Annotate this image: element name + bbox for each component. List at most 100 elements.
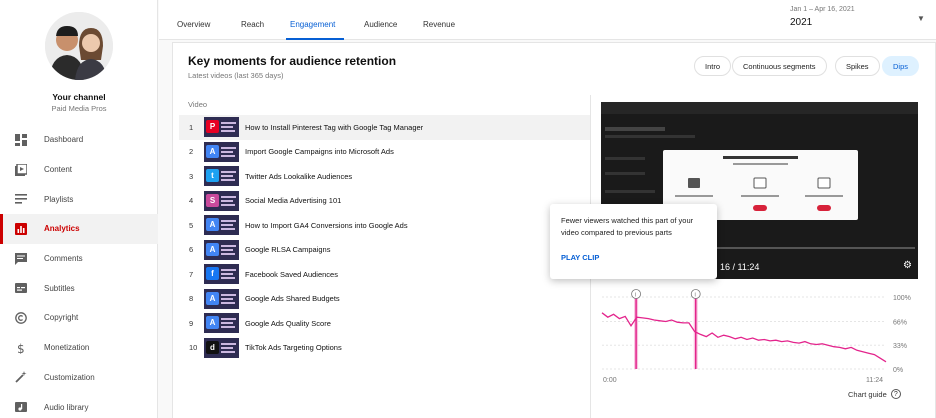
copyright-icon [14, 311, 28, 325]
sidebar-item-label: Copyright [44, 313, 79, 323]
sidebar-item-subtitles[interactable]: Subtitles [0, 273, 158, 303]
tab-reach[interactable]: Reach [241, 20, 264, 29]
sidebar-item-playlists[interactable]: Playlists [0, 184, 158, 214]
video-thumbnail: A [204, 288, 239, 309]
dashboard-icon [14, 133, 28, 147]
row-number: 9 [189, 318, 194, 328]
chart-guide-link[interactable]: Chart guide ? [848, 389, 901, 399]
monetization-icon: $ [14, 341, 28, 355]
help-icon: ? [890, 389, 901, 399]
table-row[interactable]: 6 A Google RLSA Campaigns [179, 238, 590, 263]
video-title: Google RLSA Campaigns [245, 245, 331, 255]
sidebar-item-label: Monetization [44, 343, 90, 353]
channel-handle: Paid Media Pros [51, 104, 107, 113]
sidebar-item-label: Analytics [44, 224, 80, 234]
chart-guide-label: Chart guide [848, 389, 887, 399]
row-number: 1 [189, 122, 194, 132]
channel-avatar[interactable] [45, 12, 113, 80]
chip-dips[interactable]: Dips [882, 56, 920, 76]
table-row[interactable]: 10 d TikTok Ads Targeting Options [179, 336, 590, 361]
tab-revenue[interactable]: Revenue [423, 20, 455, 29]
y-tick-label: 66% [893, 319, 907, 326]
sidebar-item-comments[interactable]: Comments [0, 244, 158, 274]
sidebar-item-dashboard[interactable]: Dashboard [0, 125, 158, 155]
retention-chart[interactable]: 100% 66% 33% 0% i i 0:00 11:24 [596, 285, 926, 387]
video-title: Twitter Ads Lookalike Audiences [245, 171, 353, 181]
sidebar-nav: Dashboard Content Playlists Analytics Co… [0, 125, 158, 418]
chip-intro[interactable]: Intro [694, 56, 732, 76]
sidebar: Your channel Paid Media Pros Dashboard C… [0, 0, 158, 418]
x-end-label: 11:24 [866, 377, 883, 384]
row-number: 10 [189, 343, 198, 353]
tab-audience[interactable]: Audience [364, 20, 397, 29]
chip-spikes[interactable]: Spikes [835, 56, 880, 76]
date-selector-value[interactable]: 2021 [790, 17, 812, 28]
video-title: How to Install Pinterest Tag with Google… [245, 122, 424, 132]
row-number: 4 [189, 196, 194, 206]
video-title: Google Ads Quality Score [245, 318, 331, 328]
gear-icon[interactable]: ⚙ [903, 260, 912, 271]
sidebar-item-monetization[interactable]: $ Monetization [0, 333, 158, 363]
table-row[interactable]: 5 A How to Import GA4 Conversions into Goo… [179, 213, 590, 238]
row-number: 3 [189, 171, 194, 181]
card-title: Key moments for audience retention [188, 54, 397, 68]
sidebar-item-customization[interactable]: Customization [0, 363, 158, 393]
sidebar-item-label: Comments [44, 254, 83, 264]
video-list: 1 P How to Install Pinterest Tag with Goog… [179, 115, 590, 360]
video-column-header: Video [188, 100, 208, 109]
tab-overview[interactable]: Overview [177, 20, 210, 29]
row-number: 5 [189, 220, 194, 230]
sidebar-item-analytics[interactable]: Analytics [0, 214, 158, 244]
sidebar-item-audio-library[interactable]: Audio library [0, 392, 158, 418]
tab-engagement[interactable]: Engagement [290, 20, 335, 29]
video-logo-icon: d [206, 340, 219, 354]
video-logo-icon: A [206, 218, 219, 232]
video-thumbnail: A [204, 215, 239, 236]
play-clip-button[interactable]: PLAY CLIP [561, 253, 599, 262]
sidebar-item-content[interactable]: Content [0, 155, 158, 185]
table-row[interactable]: 9 A Google Ads Quality Score [179, 311, 590, 336]
row-number: 6 [189, 245, 194, 255]
comments-icon [14, 252, 28, 266]
sidebar-item-copyright[interactable]: Copyright [0, 303, 158, 333]
table-row[interactable]: 8 A Google Ads Shared Budgets [179, 287, 590, 312]
retention-line [601, 312, 887, 363]
content-icon [14, 163, 28, 177]
video-thumbnail: t [204, 166, 239, 187]
row-number: 7 [189, 269, 194, 279]
video-timestamp: 16 / 11:24 [720, 262, 760, 272]
info-icon-glyph: i [695, 293, 696, 299]
table-row[interactable]: 4 S Social Media Advertising 101 [179, 189, 590, 214]
sidebar-item-label: Audio library [44, 402, 89, 412]
video-title: TikTok Ads Targeting Options [245, 343, 342, 353]
video-thumbnail: A [204, 313, 239, 334]
video-logo-icon: t [206, 169, 219, 183]
subtitles-icon [14, 281, 28, 295]
chip-continuous-segments[interactable]: Continuous segments [732, 56, 827, 76]
video-thumbnail: d [204, 337, 239, 358]
playlists-icon [14, 192, 28, 206]
date-range[interactable]: Jan 1 – Apr 16, 2021 [790, 6, 855, 13]
video-thumbnail: P [204, 117, 239, 138]
video-title: Facebook Saved Audiences [245, 269, 338, 279]
sidebar-item-label: Customization [44, 372, 95, 382]
y-tick-label: 100% [893, 295, 911, 302]
analytics-icon [14, 222, 28, 236]
video-logo-icon: A [206, 316, 219, 330]
table-row[interactable]: 2 A Import Google Campaigns into Microsoft… [179, 140, 590, 165]
table-row[interactable]: 3 t Twitter Ads Lookalike Audiences [179, 164, 590, 189]
chevron-down-icon[interactable]: ▼ [917, 14, 925, 23]
active-tab-indicator [286, 38, 344, 40]
video-logo-icon: S [206, 193, 219, 207]
sidebar-item-label: Playlists [44, 194, 74, 204]
dip-tooltip: Fewer viewers watched this part of your … [550, 204, 717, 279]
video-title: Google Ads Shared Budgets [245, 294, 340, 304]
video-thumbnail: A [204, 141, 239, 162]
table-row[interactable]: 1 P How to Install Pinterest Tag with Goog… [179, 115, 590, 140]
x-start-label: 0:00 [603, 377, 617, 384]
card-subtitle: Latest videos (last 365 days) [188, 71, 284, 80]
table-row[interactable]: 7 f Facebook Saved Audiences [179, 262, 590, 287]
video-thumbnail: A [204, 239, 239, 260]
video-logo-icon: P [206, 120, 219, 134]
svg-text:$: $ [17, 342, 25, 354]
